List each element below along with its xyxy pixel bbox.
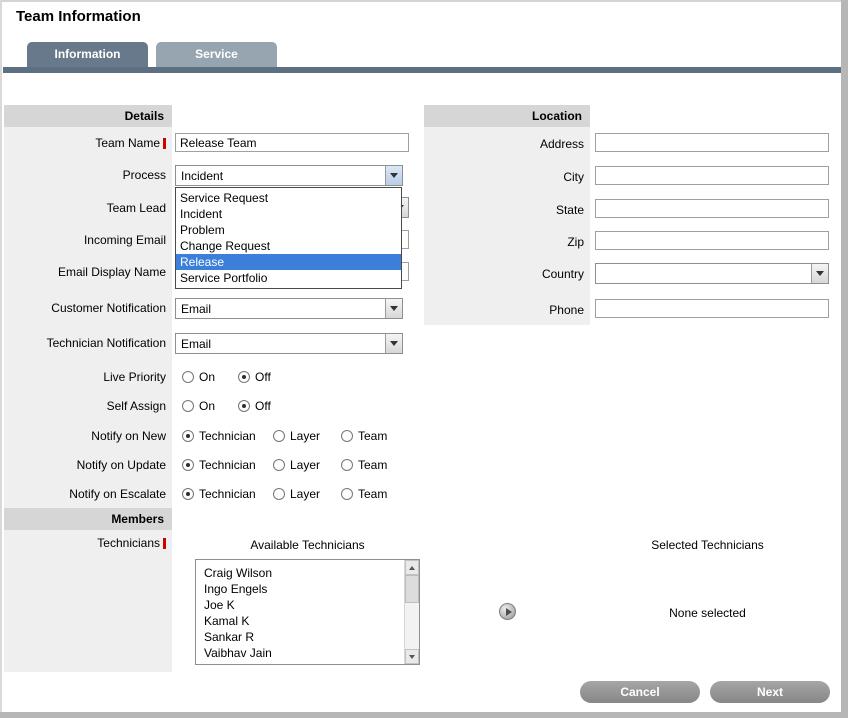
chevron-down-icon [385,166,402,185]
state-input[interactable] [595,199,829,218]
address-label: Address [424,135,584,153]
email-display-name-label: Email Display Name [4,263,166,281]
required-marker [163,538,166,549]
process-dropdown-menu: Service Request Incident Problem Change … [175,187,402,289]
next-button[interactable]: Next [710,681,830,703]
self-assign-off-label: Off [255,397,271,415]
required-marker [163,138,166,149]
notify-escalate-team-radio[interactable] [341,488,353,500]
notify-on-new-label: Notify on New [4,427,166,445]
address-input[interactable] [595,133,829,152]
state-label: State [424,201,584,219]
team-lead-label: Team Lead [4,199,166,217]
scroll-down-icon[interactable] [405,649,419,664]
scroll-up-icon[interactable] [405,560,419,575]
notify-update-team-radio[interactable] [341,459,353,471]
notify-escalate-technician-label: Technician [199,485,256,503]
process-option[interactable]: Change Request [176,238,401,254]
technician-list-item[interactable]: Kamal K [204,613,404,629]
location-section-header: Location [424,105,590,127]
notify-update-team-label: Team [358,456,387,474]
technician-list-item[interactable]: Sankar R [204,629,404,645]
notify-update-layer-radio[interactable] [273,459,285,471]
notify-on-escalate-label: Notify on Escalate [4,485,166,503]
notify-new-technician-radio[interactable] [182,430,194,442]
tab-underline [3,67,841,73]
cancel-button[interactable]: Cancel [580,681,700,703]
notify-escalate-layer-radio[interactable] [273,488,285,500]
country-select[interactable] [595,263,829,284]
self-assign-off-radio[interactable] [238,400,250,412]
team-name-label: Team Name [4,134,166,152]
team-name-input[interactable] [175,133,409,152]
city-input[interactable] [595,166,829,185]
frame-top [0,0,848,2]
available-technicians-items: Craig Wilson Ingo Engels Joe K Kamal K S… [196,560,404,664]
process-option[interactable]: Problem [176,222,401,238]
zip-input[interactable] [595,231,829,250]
notify-escalate-team-label: Team [358,485,387,503]
tab-service[interactable]: Service [156,42,277,67]
frame-right [841,0,848,718]
customer-notification-label: Customer Notification [4,299,166,317]
live-priority-off-label: Off [255,368,271,386]
move-right-icon[interactable] [499,603,516,620]
notify-new-technician-label: Technician [199,427,256,445]
process-select[interactable]: Incident [175,165,403,186]
live-priority-on-label: On [199,368,215,386]
live-priority-off-radio[interactable] [238,371,250,383]
notify-update-layer-label: Layer [290,456,320,474]
page-title: Team Information [16,8,141,25]
chevron-down-icon [385,299,402,318]
frame-left [0,0,2,718]
live-priority-on-radio[interactable] [182,371,194,383]
phone-label: Phone [424,301,584,319]
incoming-email-label: Incoming Email [4,231,166,249]
team-information-page: Team Information Information Service Det… [0,0,848,718]
listbox-scrollbar[interactable] [404,560,419,664]
scrollbar-thumb[interactable] [405,575,419,603]
chevron-down-icon [385,334,402,353]
notify-escalate-technician-radio[interactable] [182,488,194,500]
details-section-header: Details [4,105,172,127]
notify-new-layer-radio[interactable] [273,430,285,442]
process-label: Process [4,166,166,184]
available-technicians-title: Available Technicians [195,538,420,552]
technician-list-item[interactable]: Craig Wilson [204,565,404,581]
details-label-column [4,105,172,672]
technician-notification-label: Technician Notification [4,334,166,352]
process-option[interactable]: Service Portfolio [176,270,401,286]
notify-new-team-label: Team [358,427,387,445]
process-option[interactable]: Incident [176,206,401,222]
notify-new-layer-label: Layer [290,427,320,445]
live-priority-label: Live Priority [4,368,166,386]
country-label: Country [424,265,584,283]
self-assign-label: Self Assign [4,397,166,415]
self-assign-on-radio[interactable] [182,400,194,412]
technician-list-item[interactable]: Ingo Engels [204,581,404,597]
notify-on-update-label: Notify on Update [4,456,166,474]
technicians-label: Technicians [4,534,166,552]
members-section-header: Members [4,508,172,530]
notify-escalate-layer-label: Layer [290,485,320,503]
self-assign-on-label: On [199,397,215,415]
phone-input[interactable] [595,299,829,318]
frame-bottom [0,712,848,718]
chevron-down-icon [811,264,828,283]
available-technicians-listbox[interactable]: Craig Wilson Ingo Engels Joe K Kamal K S… [195,559,420,665]
selected-technicians-title: Selected Technicians [600,538,815,552]
notify-new-team-radio[interactable] [341,430,353,442]
process-option-highlighted[interactable]: Release [176,254,401,270]
notify-update-technician-radio[interactable] [182,459,194,471]
notify-update-technician-label: Technician [199,456,256,474]
technician-notification-select[interactable]: Email [175,333,403,354]
technician-list-item[interactable]: Vaibhav Jain [204,645,404,661]
zip-label: Zip [424,233,584,251]
selected-technicians-empty: None selected [600,606,815,620]
customer-notification-select[interactable]: Email [175,298,403,319]
technician-list-item[interactable]: Joe K [204,597,404,613]
tab-information[interactable]: Information [27,42,148,67]
city-label: City [424,168,584,186]
process-option[interactable]: Service Request [176,190,401,206]
